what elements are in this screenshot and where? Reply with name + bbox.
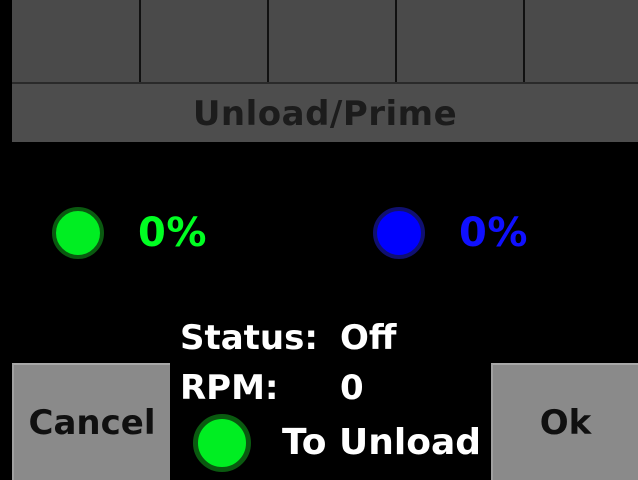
direction-indicator-icon — [193, 414, 251, 472]
rpm-value: 0 — [340, 368, 364, 408]
tab-strip — [12, 0, 638, 84]
tab-4[interactable] — [397, 0, 525, 82]
direction-label: To Unload — [282, 422, 482, 463]
status-value: Off — [340, 318, 397, 358]
green-indicator-icon — [52, 207, 104, 259]
cancel-button[interactable]: Cancel — [12, 363, 170, 480]
screen-bezel — [0, 0, 12, 480]
title-bar: Unload/Prime — [12, 84, 638, 142]
rpm-label: RPM: — [180, 368, 279, 408]
status-label: Status: — [180, 318, 318, 358]
blue-indicator-icon — [373, 207, 425, 259]
pump-blue: 0% — [373, 204, 528, 262]
green-pump-percent: 0% — [138, 210, 207, 256]
page-title: Unload/Prime — [192, 94, 458, 134]
tab-3[interactable] — [269, 0, 397, 82]
ok-button[interactable]: Ok — [491, 363, 638, 480]
tab-1[interactable] — [12, 0, 141, 82]
pump-green: 0% — [52, 204, 207, 262]
tab-2[interactable] — [141, 0, 269, 82]
cancel-button-label: Cancel — [28, 402, 156, 443]
tab-5[interactable] — [525, 0, 638, 82]
blue-pump-percent: 0% — [459, 210, 528, 256]
ok-button-label: Ok — [539, 402, 592, 443]
